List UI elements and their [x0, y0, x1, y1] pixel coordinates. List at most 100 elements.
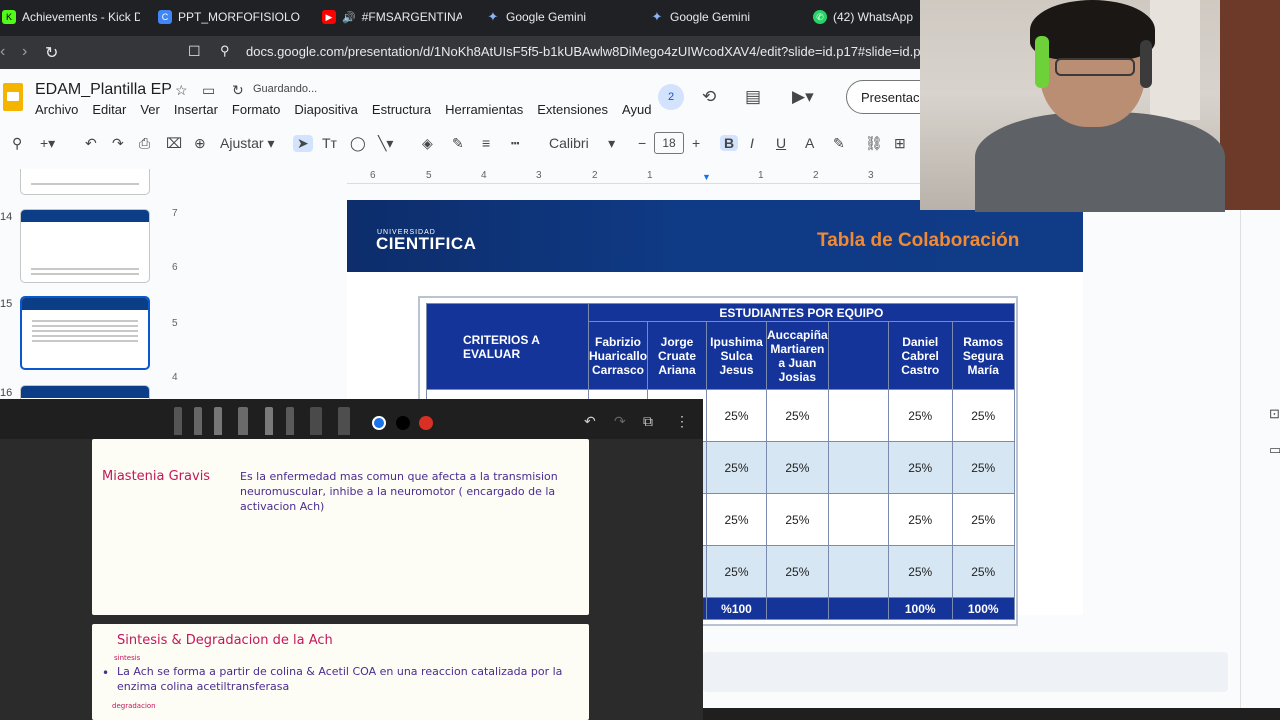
student-name[interactable]: Auccapiña Martiaren a Juan Josias [766, 321, 829, 390]
collaborators-badge[interactable]: 2 [658, 84, 684, 110]
increase-font-icon[interactable]: + [692, 135, 700, 151]
zoom-select[interactable]: Ajustar ▾ [220, 135, 275, 152]
menu-item[interactable]: Archivo [35, 102, 78, 117]
note-page[interactable]: Sintesis & Degradacion de la Ach sintesi… [92, 624, 589, 720]
eraser-tool-icon[interactable] [310, 407, 322, 435]
table-cell[interactable] [827, 545, 889, 598]
bookmark-icon[interactable]: ☐ [188, 43, 201, 60]
redo-icon[interactable]: ↷ [614, 413, 626, 430]
table-cell[interactable] [827, 389, 889, 442]
slides-logo-icon[interactable] [3, 83, 23, 111]
document-title[interactable]: EDAM_Plantilla EP [35, 81, 172, 99]
table-cell[interactable] [827, 493, 889, 546]
fineliner-tool-icon[interactable] [214, 407, 222, 435]
shape-icon[interactable]: ◯ [350, 135, 366, 152]
pencil-tool-icon[interactable] [194, 407, 202, 435]
zoom-icon[interactable]: ⊕ [194, 135, 206, 152]
undo-icon[interactable]: ↶ [584, 413, 596, 430]
note-page[interactable]: Miastenia Gravis Es la enfermedad mas co… [92, 439, 589, 615]
table-cell[interactable]: 25% [766, 441, 829, 494]
border-weight-icon[interactable]: ≡ [482, 135, 490, 151]
student-name[interactable]: Daniel Cabrel Castro [887, 321, 953, 390]
line-icon[interactable]: ╲▾ [378, 135, 393, 152]
total-cell[interactable]: 100% [951, 597, 1015, 620]
marker-tool-icon[interactable] [265, 407, 273, 435]
url-field[interactable]: docs.google.com/presentation/d/1NoKh8AtU… [246, 44, 935, 59]
browser-tab[interactable]: ✆ (42) WhatsApp [813, 0, 918, 34]
table-cell[interactable]: 25% [951, 389, 1015, 442]
new-slide-icon[interactable]: +▾ [40, 135, 55, 152]
table-cell[interactable]: 25% [887, 441, 953, 494]
text-box-icon[interactable]: Tт [322, 135, 337, 151]
italic-icon[interactable]: I [750, 135, 754, 151]
blue-color-swatch[interactable] [372, 416, 386, 430]
student-name[interactable]: Ramos Segura María [951, 321, 1015, 390]
select-tool-icon[interactable]: ➤ [293, 135, 313, 152]
undo-icon[interactable]: ↶ [85, 135, 97, 152]
table-cell[interactable]: 25% [706, 441, 768, 494]
search-menus-icon[interactable]: ⚲ [12, 135, 22, 152]
history-icon[interactable]: ⟲ [702, 87, 716, 107]
add-comment-icon[interactable]: ⊞ [894, 135, 906, 152]
brush-tool-icon[interactable] [238, 407, 248, 435]
total-cell[interactable]: %100 [706, 597, 768, 620]
print-icon[interactable]: ⎙ [139, 135, 150, 152]
indent-marker-icon[interactable]: ▼ [702, 172, 711, 182]
table-cell[interactable]: 25% [766, 493, 829, 546]
student-name[interactable]: Ipushima Sulca Jesus [706, 321, 768, 390]
menu-item[interactable]: Extensiones [537, 102, 608, 117]
black-color-swatch[interactable] [396, 416, 410, 430]
decrease-font-icon[interactable]: − [638, 135, 646, 151]
font-size-input[interactable]: 18 [654, 132, 684, 154]
font-select[interactable]: Calibri ▾ [549, 135, 615, 152]
reload-icon[interactable]: ↻ [45, 43, 58, 63]
border-dash-icon[interactable]: ┅ [511, 135, 519, 152]
total-cell[interactable]: 100% [887, 597, 953, 620]
student-name[interactable] [827, 321, 889, 390]
pen-tool-icon[interactable] [174, 407, 182, 435]
paint-format-icon[interactable]: ⌧ [166, 135, 182, 152]
menu-item[interactable]: Insertar [174, 102, 218, 117]
forward-icon[interactable]: › [22, 43, 27, 61]
table-cell[interactable]: 25% [766, 545, 829, 598]
table-cell[interactable] [827, 441, 889, 494]
student-name[interactable]: Jorge Cruate Ariana [647, 321, 708, 390]
total-cell[interactable] [827, 597, 889, 620]
menu-item[interactable]: Herramientas [445, 102, 523, 117]
table-cell[interactable]: 25% [766, 389, 829, 442]
panel-icon[interactable]: ▭ [1269, 442, 1280, 458]
table-cell[interactable]: 25% [887, 545, 953, 598]
text-color-icon[interactable]: A [805, 135, 814, 151]
menu-item[interactable]: Formato [232, 102, 280, 117]
border-color-icon[interactable]: ✎ [452, 135, 464, 152]
folder-icon[interactable]: ▭ [202, 82, 215, 99]
highlighter-tool-icon[interactable] [286, 407, 294, 435]
criteria-header[interactable]: CRITERIOS A EVALUAR [426, 303, 589, 390]
menu-item[interactable]: Ver [140, 102, 160, 117]
fill-color-icon[interactable]: ◈ [422, 135, 433, 152]
total-cell[interactable] [766, 597, 829, 620]
browser-tab[interactable]: K Achievements - Kick Dash [2, 0, 140, 34]
table-cell[interactable]: 25% [951, 545, 1015, 598]
redo-icon[interactable]: ↷ [112, 135, 124, 152]
table-cell[interactable]: 25% [951, 441, 1015, 494]
underline-icon[interactable]: U [776, 135, 786, 151]
browser-tab[interactable]: ✦ Google Gemini [650, 0, 790, 34]
comments-icon[interactable]: ▤ [745, 87, 761, 107]
table-cell[interactable]: 25% [706, 389, 768, 442]
table-cell[interactable]: 25% [887, 389, 953, 442]
browser-tab[interactable]: ▶ 🔊 #FMSARGENTINA 202 [322, 0, 462, 34]
menu-item[interactable]: Diapositiva [294, 102, 358, 117]
table-cell[interactable]: 25% [887, 493, 953, 546]
student-name[interactable]: Fabrizio Huaricallo Carrasco [587, 321, 649, 390]
lasso-tool-icon[interactable] [338, 407, 350, 435]
panel-icon[interactable]: ⊡ [1269, 406, 1280, 422]
slide-thumbnail[interactable] [20, 296, 150, 370]
menu-item[interactable]: Estructura [372, 102, 431, 117]
table-cell[interactable]: 25% [706, 493, 768, 546]
bold-icon[interactable]: B [720, 135, 739, 151]
menu-item[interactable]: Editar [92, 102, 126, 117]
menu-item[interactable]: Ayud [622, 102, 651, 117]
link-icon[interactable]: ⛓ [865, 135, 883, 152]
table-cell[interactable]: 25% [951, 493, 1015, 546]
